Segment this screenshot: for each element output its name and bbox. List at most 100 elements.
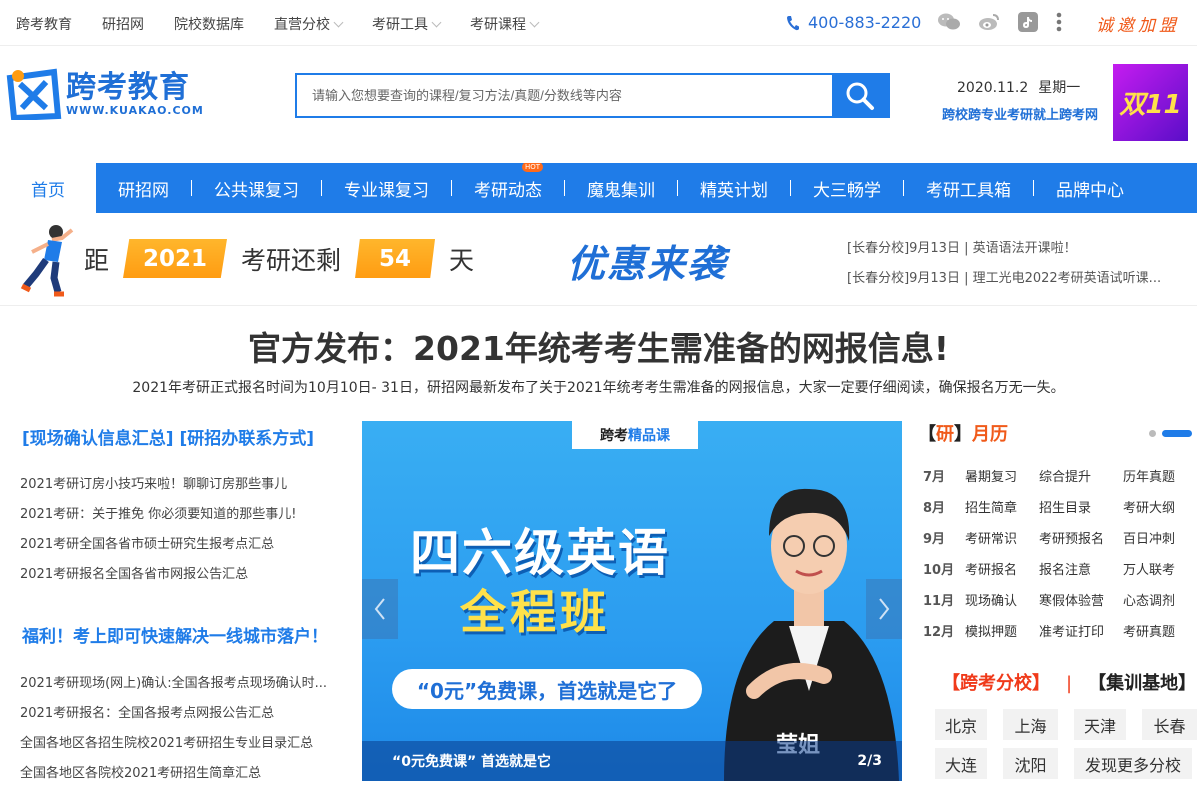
news-item[interactable]: [长春分校]9月13日 | 理工光电2022考研英语试听课... — [847, 264, 1161, 294]
current-date: 2020.11.2 星期一 — [957, 77, 1080, 97]
main-nav: 首页 研招网 公共课复习 专业课复习 考研动态 HOT 魔鬼集训 精英计划 大三畅… — [0, 163, 1197, 213]
calendar-row: 9月 考研常识 考研预报名 百日冲刺 — [923, 522, 1175, 553]
calendar-link[interactable]: 考研常识 — [965, 528, 1039, 547]
tab-training-base[interactable]: 【集训基地】 — [1088, 673, 1196, 694]
countdown-days: 54 — [355, 239, 436, 278]
top-link-branches[interactable]: 直营分校 — [274, 14, 342, 34]
calendar-link[interactable]: 报名注意 — [1039, 559, 1123, 578]
calendar-link[interactable]: 综合提升 — [1039, 466, 1123, 485]
site-logo[interactable]: 跨考教育 WWW.KUAKAO.COM — [6, 68, 204, 120]
logo-url: WWW.KUAKAO.COM — [66, 103, 204, 117]
calendar-link[interactable]: 招生目录 — [1039, 497, 1123, 516]
nav-yanzhao[interactable]: 研招网 — [96, 176, 191, 201]
city-shenyang[interactable]: 沈阳 — [1003, 748, 1058, 779]
headline-title[interactable]: 官方发布：2021年统考考生需准备的网报信息! — [0, 322, 1197, 370]
top-link-courses[interactable]: 考研课程 — [470, 14, 538, 34]
city-shanghai[interactable]: 上海 — [1003, 709, 1058, 740]
left-list-1: 2021考研订房小技巧来啦！聊聊订房那些事儿 2021考研：关于推免 你必须要知… — [20, 470, 296, 590]
news-ticker: [长春分校]9月13日 | 英语语法开课啦！ [长春分校]9月13日 | 理工光… — [847, 234, 1161, 294]
pager-dot-active[interactable] — [1162, 430, 1192, 437]
calendar-link[interactable]: 招生简章 — [965, 497, 1039, 516]
calendar-link[interactable]: 现场确认 — [965, 590, 1039, 609]
search-box — [295, 73, 890, 118]
calendar-link[interactable]: 百日冲刺 — [1123, 528, 1175, 547]
top-link-school-db[interactable]: 院校数据库 — [174, 14, 244, 34]
left-heading-1[interactable]: [现场确认信息汇总] [研招办联系方式] — [22, 424, 314, 449]
runner-illustration — [20, 225, 74, 297]
chevron-right-icon — [879, 598, 890, 620]
list-item[interactable]: 2021考研现场(网上)确认:全国各报考点现场确认时... — [20, 669, 327, 699]
list-item[interactable]: 2021考研全国各省市硕士研究生报考点汇总 — [20, 530, 296, 560]
list-item[interactable]: 2021考研：关于推免 你必须要知道的那些事儿! — [20, 500, 296, 530]
city-tianjin[interactable]: 天津 — [1074, 709, 1126, 740]
nav-home[interactable]: 首页 — [0, 163, 96, 213]
calendar-link[interactable]: 暑期复习 — [965, 466, 1039, 485]
calendar-link[interactable]: 历年真题 — [1123, 466, 1175, 485]
social-links — [938, 12, 1080, 36]
calendar-pager[interactable] — [1149, 430, 1192, 437]
left-heading-2[interactable]: 福利！考上即可快速解决一线城市落户！ — [22, 622, 328, 647]
search-input[interactable] — [297, 75, 832, 116]
calendar-row: 7月 暑期复习 综合提升 历年真题 — [923, 460, 1175, 491]
slogan: 跨校跨专业考研就上跨考网 — [942, 108, 1099, 123]
calendar-month: 12月 — [923, 625, 955, 640]
calendar-link[interactable]: 考研大纲 — [1123, 497, 1175, 516]
calendar-link[interactable]: 心态调剂 — [1123, 590, 1175, 609]
phone-number[interactable]: 400-883-2220 — [808, 13, 921, 32]
nav-public-course[interactable]: 公共课复习 — [192, 176, 321, 201]
top-bar: 跨考教育 研招网 院校数据库 直营分校 考研工具 考研课程 400-883-22… — [0, 0, 1197, 46]
calendar-month: 7月 — [923, 470, 946, 485]
nav-news-label: 考研动态 — [474, 180, 542, 201]
tiktok-icon[interactable] — [1018, 12, 1038, 36]
banner-subtitle: 全程班 — [460, 585, 610, 639]
tab-branches[interactable]: 【跨考分校】 — [942, 673, 1050, 694]
logo-icon — [6, 68, 62, 120]
calendar-link[interactable]: 考研预报名 — [1039, 528, 1123, 547]
wechat-icon[interactable] — [938, 13, 960, 35]
pager-dot[interactable] — [1149, 430, 1156, 437]
more-icon[interactable] — [1056, 12, 1062, 36]
news-item[interactable]: [长春分校]9月13日 | 英语语法开课啦！ — [847, 234, 1161, 264]
nav-brand[interactable]: 品牌中心 — [1034, 176, 1146, 201]
calendar-title-b: 月历 — [972, 424, 1008, 445]
calendar-link[interactable]: 模拟押题 — [965, 621, 1039, 640]
carousel-next-button[interactable] — [866, 579, 902, 639]
nav-toolbox[interactable]: 考研工具箱 — [904, 176, 1033, 201]
calendar-link[interactable]: 寒假体验营 — [1039, 590, 1123, 609]
top-link-tools[interactable]: 考研工具 — [372, 14, 440, 34]
carousel-prev-button[interactable] — [362, 579, 398, 639]
promo-banner-text[interactable]: 优惠来袭 — [567, 233, 727, 288]
headline-summary: 2021年考研正式报名时间为10月10日- 31日，研招网最新发布了关于2021… — [132, 380, 1065, 396]
calendar-link[interactable]: 考研报名 — [965, 559, 1039, 578]
nav-news[interactable]: 考研动态 HOT — [452, 163, 564, 201]
list-item[interactable]: 2021考研报名：全国各报考点网报公告汇总 — [20, 699, 327, 729]
list-item[interactable]: 全国各地区各院校2021考研招生简章汇总 — [20, 759, 327, 789]
more-branches-button[interactable]: 发现更多分校 — [1074, 748, 1192, 779]
calendar-link[interactable]: 万人联考 — [1123, 559, 1175, 578]
city-changchun[interactable]: 长春 — [1142, 709, 1197, 740]
exam-calendar: 7月 暑期复习 综合提升 历年真题 8月 招生简章 招生目录 考研大纲 9月 考研常识 考研预报… — [923, 460, 1175, 646]
list-item[interactable]: 2021考研报名全国各省市网报公告汇总 — [20, 560, 296, 590]
top-link-kuakao[interactable]: 跨考教育 — [16, 14, 72, 34]
nav-bootcamp[interactable]: 魔鬼集训 — [565, 176, 677, 201]
calendar-link[interactable]: 考研真题 — [1123, 621, 1175, 640]
join-link[interactable]: 诚邀加盟 — [1096, 11, 1180, 36]
weibo-icon[interactable] — [978, 13, 1000, 35]
countdown-text: 距 2021 考研还剩 54 天 — [84, 239, 474, 278]
calendar-row: 11月 现场确认 寒假体验营 心态调剂 — [923, 584, 1175, 615]
list-item[interactable]: 2021考研订房小技巧来啦！聊聊订房那些事儿 — [20, 470, 296, 500]
hotline: 400-883-2220 — [786, 13, 921, 32]
top-link-yanzhao[interactable]: 研招网 — [102, 14, 144, 34]
weekday: 星期一 — [1038, 80, 1081, 96]
city-beijing[interactable]: 北京 — [935, 709, 987, 740]
nav-elite[interactable]: 精英计划 — [678, 176, 790, 201]
city-dalian[interactable]: 大连 — [935, 748, 987, 779]
hero-carousel[interactable]: 跨考精品课 四六级英语 全程班 “0元”免费课，首选就是它了 莹姐 “0元免费课… — [362, 421, 902, 781]
nav-junior[interactable]: 大三畅学 — [791, 176, 903, 201]
hot-badge: HOT — [522, 163, 544, 172]
double11-promo[interactable]: 双11 — [1113, 64, 1188, 141]
search-button[interactable] — [832, 75, 888, 116]
calendar-link[interactable]: 准考证打印 — [1039, 621, 1123, 640]
list-item[interactable]: 全国各地区各招生院校2021考研招生专业目录汇总 — [20, 729, 327, 759]
nav-major-course[interactable]: 专业课复习 — [322, 176, 451, 201]
